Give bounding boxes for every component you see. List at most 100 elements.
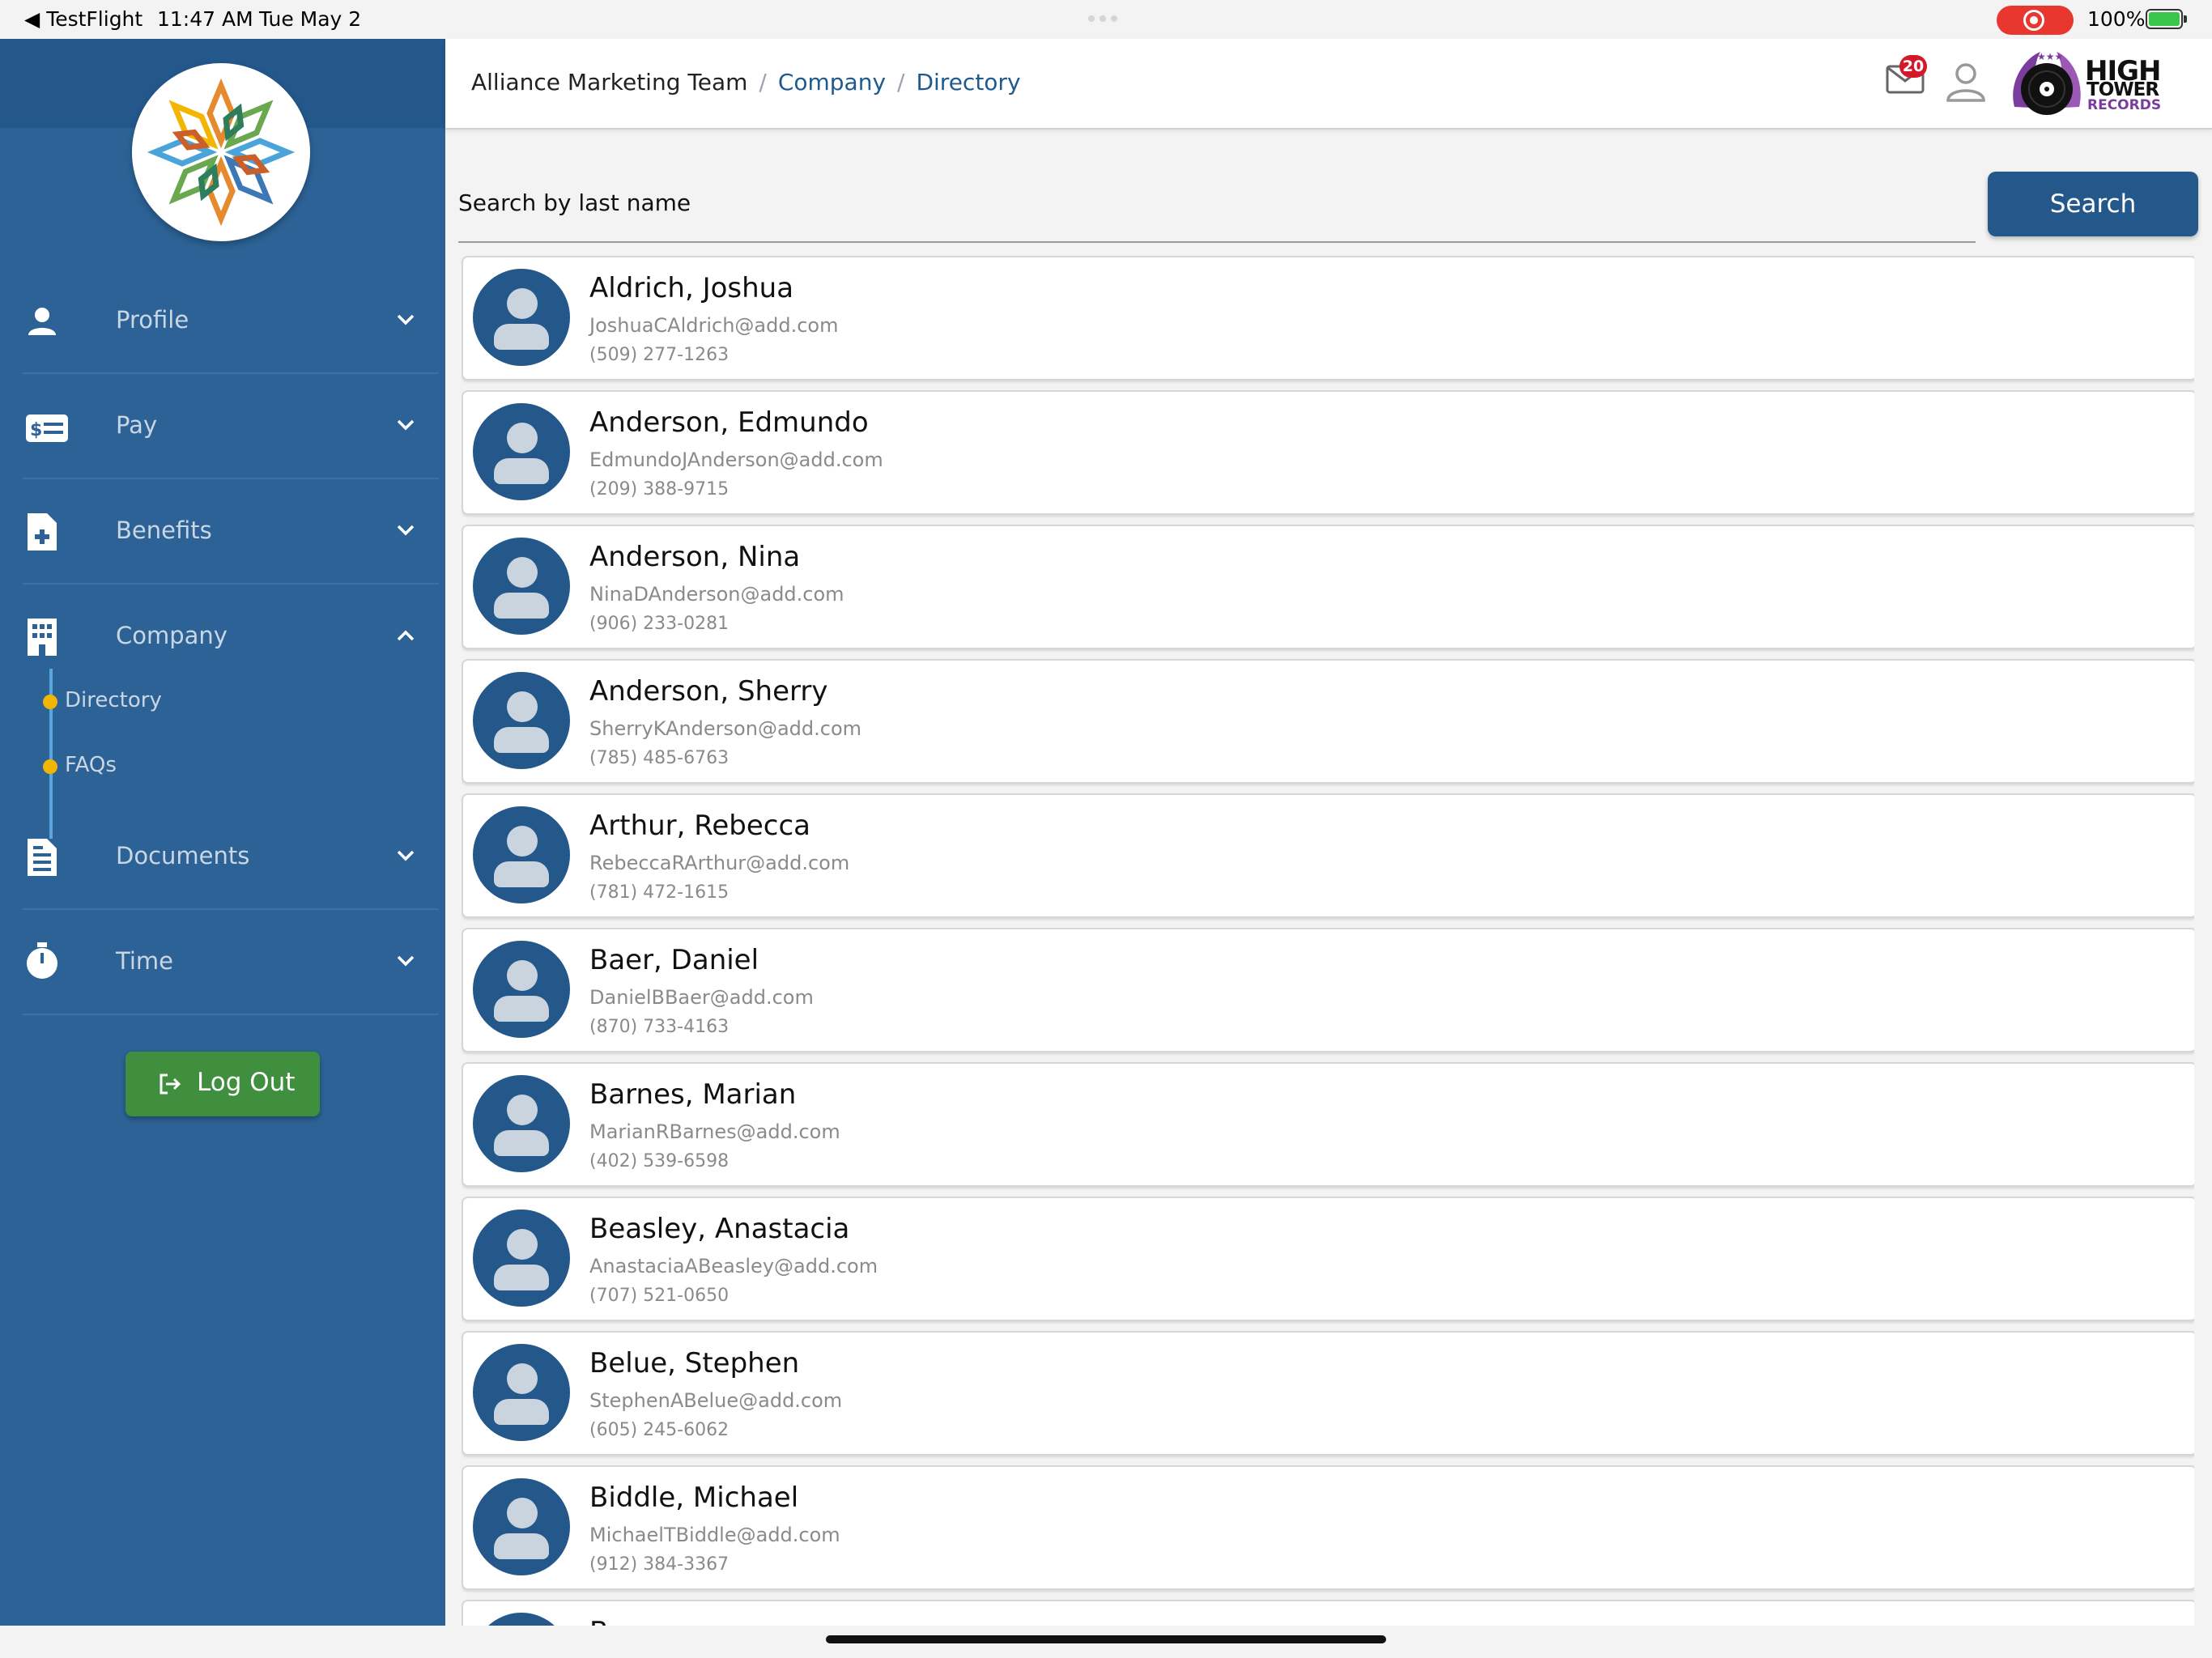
employee-name: Aldrich, Joshua xyxy=(589,272,794,304)
subnav-dot xyxy=(43,759,57,774)
employee-phone[interactable]: (912) 384-3367 xyxy=(589,1554,729,1575)
person-icon xyxy=(28,308,56,335)
employee-name: Biddle, Michael xyxy=(589,1482,799,1514)
sidebar-item-label: Profile xyxy=(116,306,189,334)
employee-phone[interactable]: (509) 277-1263 xyxy=(589,345,729,365)
sidebar-item-label: Benefits xyxy=(116,517,212,544)
top-header: Alliance Marketing Team / Company / Director… xyxy=(445,39,2212,130)
back-to-app[interactable]: ◀ TestFlight xyxy=(24,7,143,31)
employee-email[interactable]: EdmundoJAnderson@add.com xyxy=(589,449,883,471)
building-icon xyxy=(28,619,57,656)
avatar-icon xyxy=(473,403,570,500)
employee-phone[interactable]: (402) 539-6598 xyxy=(589,1151,729,1171)
avatar-icon xyxy=(473,538,570,635)
subnav-faqs[interactable]: FAQs xyxy=(65,753,117,777)
directory-card[interactable]: B... xyxy=(462,1600,2194,1626)
employee-phone[interactable]: (781) 472-1615 xyxy=(589,882,729,903)
brand-logo-line3: RECORDS xyxy=(2087,97,2162,113)
breadcrumb: Alliance Marketing Team / Company / Director… xyxy=(471,69,1021,96)
divider xyxy=(23,1014,439,1015)
vinyl-record-icon: ★★★ xyxy=(2013,51,2081,115)
employee-name: Baer, Daniel xyxy=(589,944,759,976)
employee-phone[interactable]: (707) 521-0650 xyxy=(589,1286,729,1306)
directory-list: Aldrich, Joshua JoshuaCAldrich@add.com (50… xyxy=(462,256,2194,1626)
sidebar-item-benefits[interactable]: Benefits xyxy=(0,479,445,585)
snowflake-logo-icon xyxy=(147,78,296,227)
svg-text:★★★: ★★★ xyxy=(2037,51,2063,62)
employee-email[interactable]: StephenABelue@add.com xyxy=(589,1389,842,1412)
brand-logo[interactable]: ★★★ HIGH TOWER RECORDS xyxy=(2008,42,2162,123)
employee-email[interactable]: RebeccaRArthur@add.com xyxy=(589,852,849,874)
avatar-icon xyxy=(473,672,570,769)
directory-card[interactable]: Anderson, Sherry SherryKAnderson@add.com (… xyxy=(462,659,2194,784)
chevron-down-icon xyxy=(397,419,415,431)
sidebar-item-pay[interactable]: $ Pay xyxy=(0,374,445,479)
record-icon xyxy=(2023,10,2044,31)
search-input[interactable]: Search by last name xyxy=(458,189,691,216)
directory-card[interactable]: Biddle, Michael MichaelTBiddle@add.com (91… xyxy=(462,1465,2194,1590)
stopwatch-icon xyxy=(27,942,57,979)
screen-recording-indicator[interactable] xyxy=(1997,6,2074,35)
employee-name: Barnes, Marian xyxy=(589,1078,797,1111)
directory-card[interactable]: Aldrich, Joshua JoshuaCAldrich@add.com (50… xyxy=(462,256,2194,380)
employee-phone[interactable]: (870) 733-4163 xyxy=(589,1017,729,1037)
user-account-icon[interactable] xyxy=(1944,60,1988,104)
chevron-down-icon xyxy=(397,955,415,967)
status-bar: ◀ TestFlight 11:47 AM Tue May 2 100% xyxy=(0,0,2212,39)
directory-card[interactable]: Anderson, Edmundo EdmundoJAnderson@add.co… xyxy=(462,390,2194,515)
search-button[interactable]: Search xyxy=(1988,172,2198,236)
employee-name: Anderson, Sherry xyxy=(589,675,828,708)
directory-card[interactable]: Anderson, Nina NinaDAnderson@add.com (906)… xyxy=(462,525,2194,649)
avatar-icon xyxy=(473,1478,570,1575)
employee-phone[interactable]: (209) 388-9715 xyxy=(589,479,729,500)
subnav-directory[interactable]: Directory xyxy=(65,688,162,712)
directory-card[interactable]: Baer, Daniel DanielBBaer@add.com (870) 733… xyxy=(462,928,2194,1052)
logout-icon xyxy=(160,1073,181,1095)
breadcrumb-team[interactable]: Alliance Marketing Team xyxy=(471,69,747,96)
chevron-down-icon xyxy=(397,314,415,325)
multitask-dots[interactable] xyxy=(1088,3,1127,22)
employee-email[interactable]: MarianRBarnes@add.com xyxy=(589,1120,840,1143)
employee-phone[interactable]: (605) 245-6062 xyxy=(589,1420,729,1440)
document-icon xyxy=(28,839,57,876)
employee-email[interactable]: DanielBBaer@add.com xyxy=(589,986,814,1009)
employee-phone[interactable]: (906) 233-0281 xyxy=(589,614,729,634)
subnav-dot xyxy=(43,695,57,709)
employee-name: Arthur, Rebecca xyxy=(589,810,810,842)
employee-email[interactable]: JoshuaCAldrich@add.com xyxy=(589,314,838,337)
sidebar-item-label: Company xyxy=(116,622,228,649)
sidebar: Profile $ Pay Benefits Company Directory… xyxy=(0,39,445,1626)
medical-document-icon xyxy=(28,513,57,551)
directory-card[interactable]: Beasley, Anastacia AnastaciaABeasley@add.… xyxy=(462,1197,2194,1321)
breadcrumb-directory[interactable]: Directory xyxy=(916,69,1020,96)
battery-percent: 100% xyxy=(2087,7,2146,31)
employee-name: Beasley, Anastacia xyxy=(589,1213,850,1245)
directory-card[interactable]: Arthur, Rebecca RebeccaRArthur@add.com (78… xyxy=(462,793,2194,918)
employee-email[interactable]: AnastaciaABeasley@add.com xyxy=(589,1255,878,1278)
directory-card[interactable]: Belue, Stephen StephenABelue@add.com (605)… xyxy=(462,1331,2194,1456)
sidebar-item-profile[interactable]: Profile xyxy=(0,269,445,374)
employee-name: B... xyxy=(589,1616,635,1626)
search-input-underline xyxy=(458,241,1976,243)
sidebar-item-label: Pay xyxy=(116,411,158,439)
employee-name: Anderson, Nina xyxy=(589,541,801,573)
avatar-icon xyxy=(473,806,570,903)
sidebar-item-label: Time xyxy=(116,947,173,975)
employee-email[interactable]: MichaelTBiddle@add.com xyxy=(589,1524,840,1546)
employee-email[interactable]: SherryKAnderson@add.com xyxy=(589,717,861,740)
employee-phone[interactable]: (785) 485-6763 xyxy=(589,748,729,768)
battery-icon xyxy=(2146,9,2187,29)
home-indicator[interactable] xyxy=(826,1635,1386,1643)
directory-card[interactable]: Barnes, Marian MarianRBarnes@add.com (402)… xyxy=(462,1062,2194,1187)
logout-button[interactable]: Log Out xyxy=(125,1052,320,1116)
status-time: 11:47 AM xyxy=(157,7,253,31)
company-logo[interactable] xyxy=(132,63,310,241)
svg-text:$: $ xyxy=(30,420,42,440)
breadcrumb-company[interactable]: Company xyxy=(778,69,886,96)
employee-email[interactable]: NinaDAnderson@add.com xyxy=(589,583,844,606)
sidebar-item-label: Documents xyxy=(116,842,250,869)
sidebar-item-documents[interactable]: Documents xyxy=(0,805,445,910)
avatar-icon xyxy=(473,941,570,1038)
chevron-down-icon xyxy=(397,850,415,861)
sidebar-item-time[interactable]: Time xyxy=(0,910,445,1015)
